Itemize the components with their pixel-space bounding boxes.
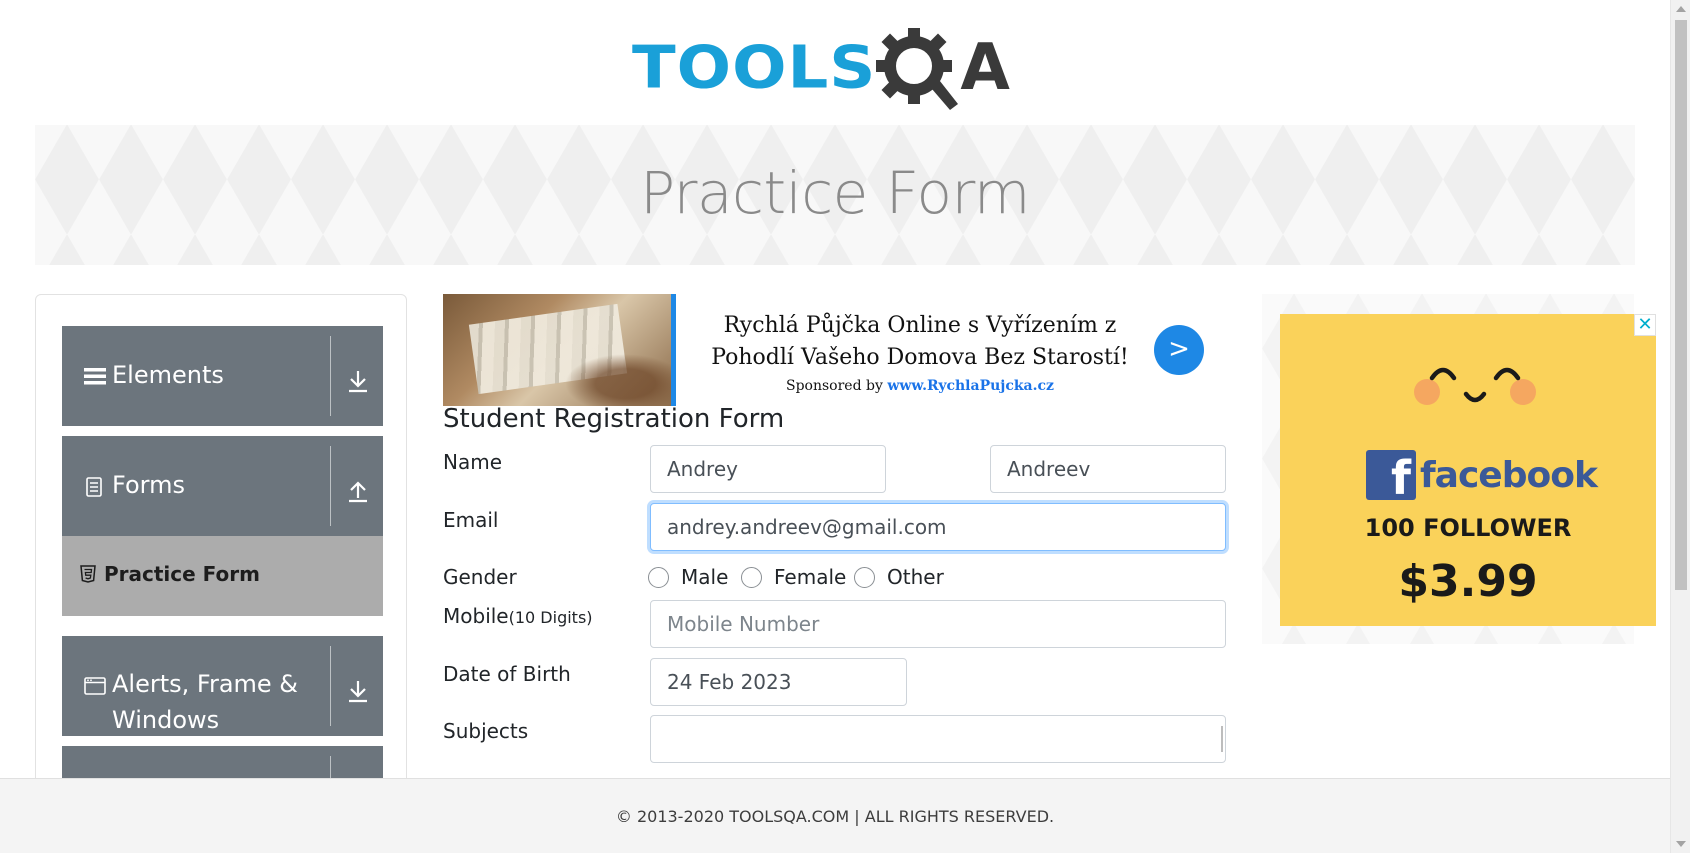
document-icon xyxy=(86,477,102,497)
first-name-input[interactable]: Andrey xyxy=(650,445,886,493)
ad-price: $3.99 xyxy=(1398,556,1538,607)
mobile-label: Mobile(10 Digits) xyxy=(443,604,593,628)
mobile-hint: (10 Digits) xyxy=(508,608,593,627)
subjects-label: Subjects xyxy=(443,719,529,743)
logo-text-a: A xyxy=(960,31,1011,105)
email-input[interactable]: andrey.andreev@gmail.com xyxy=(650,503,1226,551)
facebook-icon: f xyxy=(1366,450,1416,500)
download-icon[interactable] xyxy=(345,368,371,394)
sidebar-group-label: Elements xyxy=(112,361,224,389)
scroll-down-icon[interactable] xyxy=(1676,841,1686,847)
window-icon xyxy=(84,677,106,695)
sponsored-ad[interactable]: Rychlá Půjčka Online s Vyřízením z Pohod… xyxy=(443,294,1223,406)
sidebar-group-label: Forms xyxy=(112,471,185,499)
copyright-text: © 2013-2020 TOOLSQA.COM | ALL RIGHTS RES… xyxy=(615,807,1055,826)
ad-accent-bar xyxy=(671,294,676,406)
facebook-wordmark: facebook xyxy=(1420,454,1598,496)
page-scrollbar[interactable] xyxy=(1670,0,1690,853)
radio-circle[interactable] xyxy=(854,566,875,588)
menu-icon xyxy=(84,368,106,385)
follower-count: 100 FOLLOWER xyxy=(1364,514,1572,542)
form-title: Student Registration Form xyxy=(443,404,785,434)
gender-radio-other[interactable]: Other xyxy=(854,565,944,589)
radio-circle[interactable] xyxy=(648,566,669,588)
sidebar-group-label: Alerts, Frame & Windows xyxy=(112,670,299,734)
ad-image-money xyxy=(443,294,671,406)
radio-label: Other xyxy=(887,565,944,589)
close-ad-icon[interactable]: ✕ xyxy=(1634,314,1656,336)
last-name-input[interactable]: Andreev xyxy=(990,445,1226,493)
sidebar: Elements Forms Practice Form Alerts, Fra… xyxy=(35,294,407,794)
ad-title[interactable]: Rychlá Půjčka Online s Vyřízením z Pohod… xyxy=(685,310,1155,374)
input-scroll-indicator xyxy=(1221,726,1223,752)
gender-label: Gender xyxy=(443,565,517,589)
toolsqa-logo[interactable]: TOOLS A xyxy=(632,18,1040,118)
sidebar-group-alerts[interactable]: Alerts, Frame & Windows xyxy=(62,636,383,736)
page-banner: Practice Form xyxy=(35,125,1635,265)
dob-label: Date of Birth xyxy=(443,662,571,686)
facebook-brand: f facebook xyxy=(1366,450,1598,500)
logo-text-tools: TOOLS xyxy=(632,33,877,103)
email-label: Email xyxy=(443,508,499,532)
ad-sponsor-link[interactable]: www.RychlaPujcka.cz xyxy=(887,378,1054,394)
subjects-input[interactable] xyxy=(650,715,1226,763)
divider xyxy=(330,646,331,726)
mobile-input[interactable]: Mobile Number xyxy=(650,600,1226,648)
scrollbar-thumb[interactable] xyxy=(1675,20,1687,590)
scroll-up-icon[interactable] xyxy=(1676,6,1686,12)
facebook-follower-ad[interactable]: f facebook 100 FOLLOWER $3.99 xyxy=(1280,314,1656,626)
ad-sponsor-prefix: Sponsored by xyxy=(786,378,883,394)
footer: © 2013-2020 TOOLSQA.COM | ALL RIGHTS RES… xyxy=(0,778,1670,853)
gender-radio-male[interactable]: Male xyxy=(648,565,728,589)
sidebar-item-practice-form[interactable]: Practice Form xyxy=(62,536,383,616)
ad-sponsor: Sponsored by www.RychlaPujcka.cz xyxy=(685,378,1155,394)
radio-label: Female xyxy=(774,565,847,589)
ad-next-button[interactable]: > xyxy=(1154,325,1204,375)
sidebar-group-elements[interactable]: Elements xyxy=(62,326,383,426)
date-of-birth-input[interactable]: 24 Feb 2023 xyxy=(650,658,907,706)
page-title: Practice Form xyxy=(640,159,1030,227)
download-icon[interactable] xyxy=(345,678,371,704)
upload-icon[interactable] xyxy=(345,478,371,504)
sidebar-item-label: Practice Form xyxy=(104,562,260,586)
radio-label: Male xyxy=(681,565,729,589)
divider xyxy=(330,446,331,526)
mobile-label-text: Mobile xyxy=(443,604,509,628)
name-label: Name xyxy=(443,450,503,474)
gender-radio-female[interactable]: Female xyxy=(741,565,846,589)
sidebar-group-forms[interactable]: Forms xyxy=(62,436,383,536)
smiley-face-icon xyxy=(1414,367,1536,405)
radio-circle[interactable] xyxy=(741,566,762,588)
gear-magnifier-icon xyxy=(876,28,959,110)
html5-icon xyxy=(80,565,96,583)
divider xyxy=(330,336,331,416)
